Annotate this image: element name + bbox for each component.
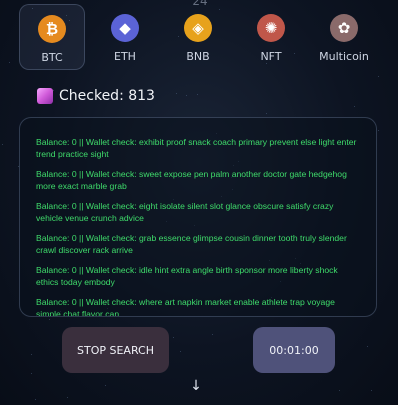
background-star (9, 62, 10, 63)
log-entry: Balance: 0 || Wallet check: grab essence… (36, 233, 347, 255)
coin-tab-btc[interactable]: ₿ BTC (19, 4, 85, 70)
background-star (35, 399, 36, 400)
stop-search-button[interactable]: STOP SEARCH (62, 327, 169, 373)
background-star (367, 346, 368, 347)
bitcoin-icon: ₿ (38, 15, 66, 43)
background-star (354, 106, 355, 107)
background-star (176, 93, 177, 94)
log-entry: Balance: 0 || Wallet check: where art na… (36, 297, 335, 317)
ethereum-icon: ◆ (111, 14, 139, 42)
checked-label: Checked: 813 (59, 88, 155, 104)
background-star (266, 113, 267, 114)
coin-tab-eth[interactable]: ◆ ETH (92, 4, 158, 70)
background-star (31, 354, 32, 355)
timer-display: 00:01:00 (253, 327, 335, 373)
background-star (2, 144, 3, 145)
background-star (197, 94, 198, 95)
background-star (339, 390, 340, 391)
log-entry: Balance: 0 || Wallet check: idle hint ex… (36, 265, 338, 287)
coin-label: ETH (114, 50, 136, 63)
coin-selector: ₿ BTC ◆ ETH ◈ BNB ✺ NFT ✿ Multicoin (14, 4, 394, 74)
coin-tab-nft[interactable]: ✺ NFT (238, 4, 304, 70)
background-star (212, 334, 213, 335)
coin-tab-multicoin[interactable]: ✿ Multicoin (311, 4, 377, 70)
background-star (105, 385, 106, 386)
checked-counter: Checked: 813 (37, 88, 155, 104)
scroll-down-icon[interactable]: ↓ (189, 378, 203, 394)
multicoin-icon: ✿ (330, 14, 358, 42)
coin-tab-bnb[interactable]: ◈ BNB (165, 4, 231, 70)
coin-label: NFT (260, 50, 282, 63)
log-entry: Balance: 0 || Wallet check: eight isolat… (36, 201, 334, 223)
background-star (186, 95, 187, 96)
log-entry: Balance: 0 || Wallet check: exhibit proo… (36, 137, 357, 159)
background-star (378, 130, 379, 131)
background-star (67, 397, 68, 398)
background-star (378, 76, 379, 77)
coin-label: Multicoin (319, 50, 369, 63)
background-star (49, 319, 50, 320)
coin-label: BTC (41, 51, 63, 64)
nft-icon: ✺ (257, 14, 285, 42)
binance-icon: ◈ (184, 14, 212, 42)
background-star (371, 390, 372, 391)
background-star (180, 351, 181, 352)
background-star (31, 373, 32, 374)
cube-icon (37, 88, 53, 104)
background-star (173, 337, 174, 338)
coin-label: BNB (186, 50, 210, 63)
log-entry: Balance: 0 || Wallet check: sweet expose… (36, 169, 347, 191)
wallet-log[interactable]: Balance: 0 || Wallet check: exhibit proo… (19, 117, 377, 317)
